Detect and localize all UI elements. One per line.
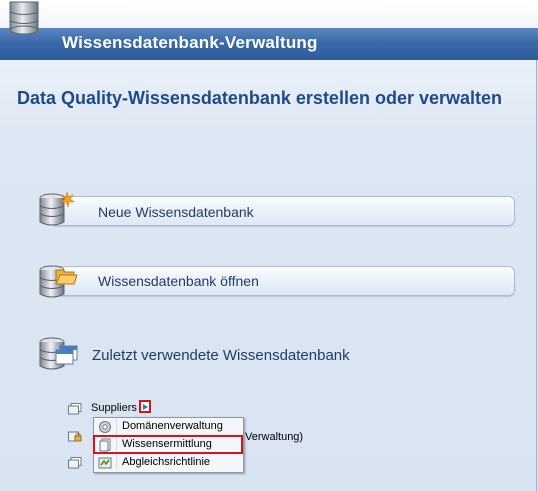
locked-knowledge-base-icon bbox=[68, 431, 82, 442]
knowledge-base-icon bbox=[68, 403, 82, 415]
recent-item-partial-text: Verwaltung) bbox=[245, 431, 304, 443]
recent-item-suppliers[interactable]: Suppliers bbox=[91, 402, 137, 414]
matching-policy-icon bbox=[98, 457, 112, 469]
expand-arrow-icon[interactable] bbox=[139, 400, 151, 413]
gear-icon bbox=[99, 421, 111, 433]
recent-database-icon bbox=[39, 337, 78, 370]
recent-knowledge-bases-title: Zuletzt verwendete Wissensdatenbank bbox=[92, 347, 350, 364]
open-database-icon bbox=[39, 265, 78, 298]
knowledge-base-management-panel bbox=[0, 0, 537, 491]
page-heading: Data Quality-Wissensdatenbank erstellen … bbox=[17, 88, 502, 108]
menu-item-domain-management[interactable]: Domänenverwaltung bbox=[96, 419, 241, 435]
menu-item-matching-policy[interactable]: Abgleichsrichtlinie bbox=[96, 455, 241, 471]
highlight-box bbox=[93, 435, 243, 454]
knowledge-base-icon bbox=[68, 457, 82, 469]
new-database-icon bbox=[39, 191, 75, 226]
header-title: Wissensdatenbank-Verwaltung bbox=[62, 33, 318, 52]
menu-item-label: Abgleichsrichtlinie bbox=[122, 456, 211, 468]
database-icon bbox=[9, 1, 39, 35]
title-strip bbox=[0, 0, 538, 28]
new-knowledge-base-label: Neue Wissensdatenbank bbox=[98, 204, 254, 220]
menu-item-label: Domänenverwaltung bbox=[122, 420, 223, 432]
open-knowledge-base-label: Wissensdatenbank öffnen bbox=[98, 273, 259, 289]
